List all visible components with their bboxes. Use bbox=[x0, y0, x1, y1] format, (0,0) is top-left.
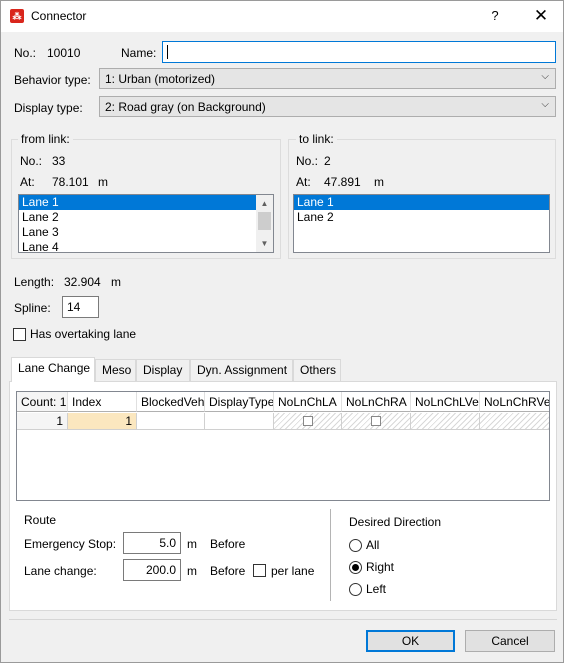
to-at-unit: m bbox=[374, 175, 384, 189]
emergency-stop-unit: m bbox=[187, 537, 197, 551]
scrollbar[interactable]: ▲ ▼ bbox=[256, 195, 273, 252]
tab-lane-change[interactable]: Lane Change bbox=[11, 357, 95, 382]
radio-right[interactable] bbox=[349, 561, 362, 574]
tab-dyn-assignment[interactable]: Dyn. Assignment bbox=[190, 359, 293, 381]
table-cell-nolnchrve[interactable] bbox=[480, 413, 549, 430]
from-link-title: from link: bbox=[18, 132, 73, 146]
tab-meso[interactable]: Meso bbox=[95, 359, 136, 381]
emergency-stop-label: Emergency Stop: bbox=[24, 537, 117, 551]
length-value: 32.904 bbox=[64, 275, 101, 289]
title-bar: ⁂ Connector ? ✕ bbox=[1, 1, 563, 32]
column-header[interactable]: DisplayType bbox=[205, 392, 274, 412]
no-value: 10010 bbox=[47, 46, 81, 60]
to-lanes-list[interactable]: Lane 1 Lane 2 bbox=[293, 194, 550, 253]
help-button[interactable]: ? bbox=[483, 6, 507, 26]
to-link-title: to link: bbox=[296, 132, 337, 146]
radio-left[interactable] bbox=[349, 583, 362, 596]
name-label: Name: bbox=[121, 46, 157, 60]
emergency-stop-suffix: Before bbox=[210, 537, 246, 551]
radio-right-label: Right bbox=[366, 560, 395, 574]
radio-left-label: Left bbox=[366, 582, 387, 596]
per-lane-checkbox[interactable] bbox=[253, 564, 266, 577]
behavior-type-label: Behavior type: bbox=[14, 73, 91, 87]
tab-display[interactable]: Display bbox=[136, 359, 190, 381]
emergency-stop-field[interactable]: 5.0 bbox=[123, 532, 181, 554]
length-unit: m bbox=[111, 275, 121, 289]
overtaking-label: Has overtaking lane bbox=[30, 327, 137, 341]
desired-direction-title: Desired Direction bbox=[349, 515, 442, 529]
name-field[interactable] bbox=[162, 41, 556, 63]
chevron-down-icon: ⌵ bbox=[541, 71, 549, 82]
route-title: Route bbox=[24, 513, 57, 527]
to-at-label: At: bbox=[296, 175, 311, 189]
lane-change-field[interactable]: 200.0 bbox=[123, 559, 181, 581]
to-no-label: No.: bbox=[296, 154, 319, 168]
table-cell-index[interactable]: 1 bbox=[68, 413, 137, 430]
to-no-value: 2 bbox=[324, 154, 331, 168]
table-cell-blockedveh[interactable] bbox=[137, 413, 205, 430]
table-cell-displaytype[interactable] bbox=[205, 413, 274, 430]
chevron-down-icon: ⌵ bbox=[541, 99, 549, 110]
cancel-button[interactable]: Cancel bbox=[465, 630, 555, 652]
list-item[interactable]: Lane 3 bbox=[19, 225, 273, 240]
table-cell-nolnchlve[interactable] bbox=[411, 413, 480, 430]
column-header[interactable]: Index bbox=[68, 392, 137, 412]
to-at-value: 47.891 bbox=[324, 175, 361, 189]
scroll-thumb[interactable] bbox=[258, 212, 271, 230]
column-header[interactable]: NoLnChRA bbox=[342, 392, 411, 412]
spline-field[interactable]: 14 bbox=[62, 296, 99, 318]
tab-others[interactable]: Others bbox=[293, 359, 341, 381]
list-item[interactable]: Lane 2 bbox=[294, 210, 549, 225]
window-title: Connector bbox=[31, 9, 87, 23]
ok-button[interactable]: OK bbox=[366, 630, 455, 652]
table-row-header[interactable]: 1 bbox=[17, 413, 68, 430]
app-logo-icon: ⁂ bbox=[10, 9, 24, 23]
lane-change-unit: m bbox=[187, 564, 197, 578]
radio-all[interactable] bbox=[349, 539, 362, 552]
footer-divider bbox=[9, 619, 557, 620]
display-type-select[interactable]: 2: Road gray (on Background) ⌵ bbox=[99, 96, 556, 117]
column-header[interactable]: NoLnChRVe bbox=[480, 392, 549, 412]
radio-all-label: All bbox=[366, 538, 380, 552]
lane-change-label: Lane change: bbox=[24, 564, 97, 578]
lane-change-table[interactable]: Count: 1 Index BlockedVeh DisplayType No… bbox=[16, 391, 550, 501]
scroll-up-icon[interactable]: ▲ bbox=[256, 195, 273, 212]
behavior-type-value: 1: Urban (motorized) bbox=[105, 72, 216, 86]
from-at-unit: m bbox=[98, 175, 108, 189]
display-type-label: Display type: bbox=[14, 101, 83, 115]
from-lanes-list[interactable]: Lane 1 Lane 2 Lane 3 Lane 4 ▲ ▼ bbox=[18, 194, 274, 253]
connector-dialog: ⁂ Connector ? ✕ No.: 10010 Name: Behavio… bbox=[0, 0, 564, 663]
no-label: No.: bbox=[14, 46, 37, 60]
scroll-down-icon[interactable]: ▼ bbox=[256, 235, 273, 252]
display-type-value: 2: Road gray (on Background) bbox=[105, 100, 266, 114]
from-at-value: 78.101 bbox=[52, 175, 89, 189]
cell-checkbox[interactable] bbox=[371, 416, 381, 426]
table-cell-nolnchla[interactable] bbox=[274, 413, 342, 430]
table-cell-nolnchra[interactable] bbox=[342, 413, 411, 430]
from-at-label: At: bbox=[20, 175, 35, 189]
list-item[interactable]: Lane 4 bbox=[19, 240, 273, 252]
list-item[interactable]: Lane 1 bbox=[19, 195, 273, 210]
length-label: Length: bbox=[14, 275, 55, 289]
column-header[interactable]: NoLnChLA bbox=[274, 392, 342, 412]
lane-change-suffix: Before bbox=[210, 564, 246, 578]
column-header[interactable]: NoLnChLVe bbox=[411, 392, 480, 412]
from-no-value: 33 bbox=[52, 154, 66, 168]
from-no-label: No.: bbox=[20, 154, 43, 168]
list-item[interactable]: Lane 2 bbox=[19, 210, 273, 225]
cell-checkbox[interactable] bbox=[303, 416, 313, 426]
column-header[interactable]: Count: 1 bbox=[17, 392, 68, 412]
column-header[interactable]: BlockedVeh bbox=[137, 392, 205, 412]
per-lane-label: per lane bbox=[271, 564, 315, 578]
behavior-type-select[interactable]: 1: Urban (motorized) ⌵ bbox=[99, 68, 556, 89]
section-divider bbox=[330, 509, 331, 601]
close-icon[interactable]: ✕ bbox=[529, 5, 553, 27]
list-item[interactable]: Lane 1 bbox=[294, 195, 549, 210]
overtaking-checkbox[interactable] bbox=[13, 328, 26, 341]
text-caret bbox=[167, 45, 168, 59]
spline-label: Spline: bbox=[14, 301, 51, 315]
